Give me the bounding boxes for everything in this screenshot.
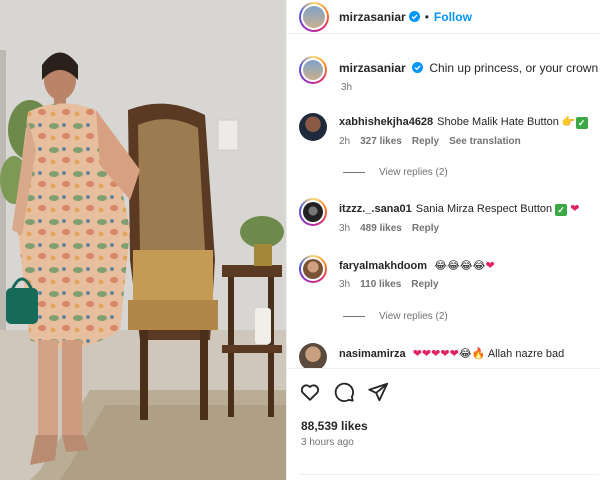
point-right-icon: 👉 (561, 115, 576, 128)
comment-text: Sania Mirza Respect Button (415, 203, 553, 215)
view-replies-button[interactable]: View replies (2) (343, 311, 448, 322)
fire-icon: 🔥 (471, 347, 486, 360)
comment-time: 3h (339, 279, 351, 290)
comment-text: Shobe Malik Hate Button (437, 116, 559, 128)
tears-of-joy-icon: 😂 (458, 347, 472, 360)
comment-text: Allah nazre bad (487, 348, 565, 360)
post-photo-illustration (0, 0, 286, 480)
caption-avatar[interactable] (299, 56, 327, 84)
comment-likes[interactable]: 110 likes (360, 279, 401, 290)
see-translation-button[interactable]: See translation (449, 136, 521, 147)
comment-likes[interactable]: 489 likes (360, 223, 402, 234)
post-caption: mirzasaniar Chin up princess, or your cr… (299, 56, 600, 96)
verified-badge-icon (408, 11, 420, 22)
comment-item: itzzz._.sana01 Sania Mirza Respect Button… (299, 198, 600, 234)
commenter-username[interactable]: faryalmakhdoom (339, 260, 427, 272)
heart-outline-icon[interactable] (299, 381, 321, 403)
post-actions: 88,539 likes 3 hours ago (287, 368, 600, 475)
comment-item: xabhishekjha4628 Shobe Malik Hate Button … (299, 113, 600, 147)
comment-time: 2h (339, 136, 351, 147)
comment-time: 3h (339, 223, 351, 234)
verified-badge-icon (412, 62, 424, 73)
check-icon: ✓ (575, 117, 588, 129)
commenter-username[interactable]: xabhishekjha4628 (339, 116, 433, 128)
heart-icon: ❤ (485, 259, 495, 272)
commenter-avatar[interactable] (299, 198, 327, 226)
view-replies-label: View replies (2) (379, 311, 448, 322)
commenter-username[interactable]: itzzz._.sana01 (339, 203, 412, 215)
check-icon: ✓ (555, 204, 568, 216)
comment-item: faryalmakhdoom 😂😂😂😂❤ 3h 110 likes Reply (299, 255, 600, 290)
commenter-avatar[interactable] (299, 113, 327, 141)
follow-button[interactable]: Follow (434, 10, 472, 24)
view-replies-label: View replies (2) (379, 167, 448, 178)
reply-button[interactable]: Reply (411, 279, 438, 290)
like-count[interactable]: 88,539 likes (301, 419, 368, 433)
author-avatar[interactable] (299, 1, 329, 32)
paper-plane-icon[interactable] (367, 381, 389, 403)
post-header: mirzasaniar • Follow (287, 0, 600, 34)
caption-text: Chin up princess, or your crown slips (429, 61, 600, 75)
commenter-username[interactable]: nasimamirza (339, 348, 406, 360)
post-timestamp: 3 hours ago (301, 437, 354, 448)
commenter-avatar[interactable] (299, 255, 327, 283)
commenter-avatar[interactable] (299, 343, 327, 368)
view-replies-button[interactable]: View replies (2) (343, 167, 448, 178)
post-detail-panel: mirzasaniar • Follow mirzasaniar Chin up… (286, 0, 600, 480)
caption-username[interactable]: mirzasaniar (339, 61, 406, 75)
comment-likes[interactable]: 327 likes (360, 136, 402, 147)
caption-time: 3h (341, 82, 353, 93)
reply-button[interactable]: Reply (412, 223, 439, 234)
author-username[interactable]: mirzasaniar (339, 10, 406, 24)
tears-of-joy-icon: 😂😂😂😂 (434, 259, 486, 272)
post-photo[interactable] (0, 0, 286, 480)
heart-icon: ❤❤❤❤❤ (412, 347, 459, 360)
comment-item: nasimamirza ❤❤❤❤❤😂🔥 Allah nazre bad (299, 343, 600, 368)
heart-icon: ❤ (570, 202, 580, 215)
divider (343, 316, 365, 317)
reply-button[interactable]: Reply (412, 136, 439, 147)
divider (343, 172, 365, 173)
header-separator: • (424, 9, 429, 24)
add-comment-row (299, 474, 599, 480)
speech-bubble-icon[interactable] (333, 381, 355, 403)
